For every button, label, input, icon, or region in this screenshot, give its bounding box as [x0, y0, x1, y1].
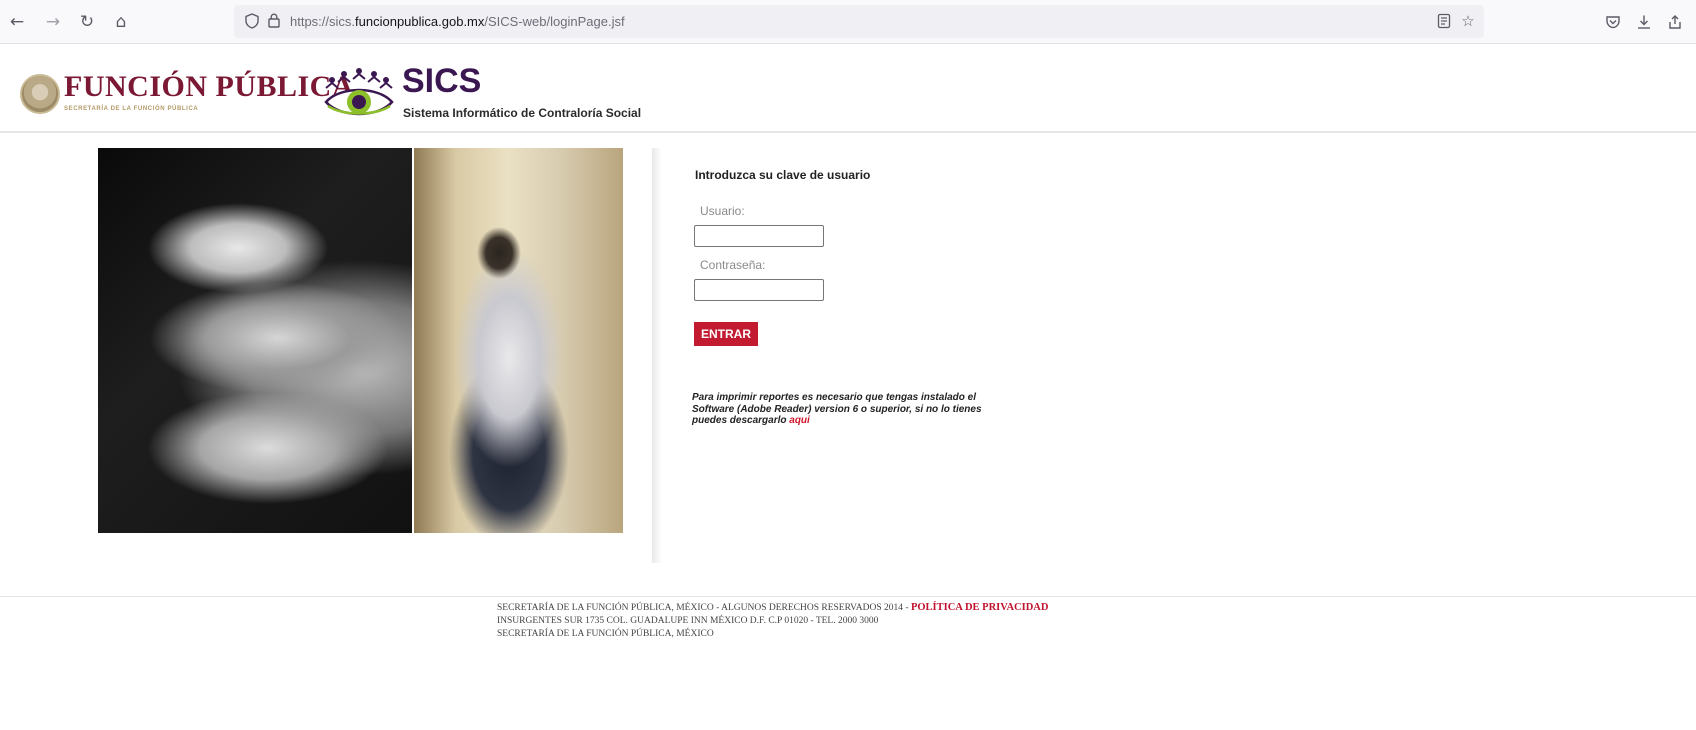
- footer-line-3: SECRETARÍA DE LA FUNCIÓN PÚBLICA, MÉXICO: [497, 629, 714, 639]
- column-divider: [652, 148, 662, 563]
- site-header: FUNCIÓN PÚBLICA SECRETARÍA DE LA FUNCIÓN…: [0, 44, 1696, 133]
- username-label: Usuario:: [700, 204, 745, 218]
- hero-image: [98, 148, 623, 533]
- app-title: SICS: [402, 62, 482, 100]
- notice-text: Para imprimir reportes es necesario que …: [692, 392, 982, 426]
- login-title: Introduzca su clave de usuario: [695, 168, 871, 182]
- back-arrow-icon[interactable]: ←: [6, 11, 28, 33]
- adobe-reader-notice: Para imprimir reportes es necesario que …: [692, 392, 982, 427]
- hands-photo: [98, 148, 412, 533]
- url-prefix: https://sics.: [290, 14, 356, 29]
- shield-icon[interactable]: [242, 11, 262, 31]
- url-path: /SICS-web/loginPage.jsf: [484, 14, 625, 29]
- download-link[interactable]: aqui: [789, 415, 810, 426]
- brand-subtitle: SECRETARÍA DE LA FUNCIÓN PÚBLICA: [64, 106, 199, 112]
- sics-eye-logo-icon: [324, 68, 394, 116]
- footer-line-1: SECRETARÍA DE LA FUNCIÓN PÚBLICA, MÉXICO…: [497, 601, 1048, 615]
- privacy-policy-link[interactable]: POLÍTICA DE PRIVACIDAD: [911, 602, 1049, 613]
- site-footer: SECRETARÍA DE LA FUNCIÓN PÚBLICA, MÉXICO…: [497, 601, 1048, 641]
- share-icon[interactable]: [1664, 11, 1686, 33]
- password-input[interactable]: [694, 279, 824, 301]
- url-bar[interactable]: https://sics.funcionpublica.gob.mx/SICS-…: [234, 5, 1484, 38]
- url-text[interactable]: https://sics.funcionpublica.gob.mx/SICS-…: [290, 14, 625, 29]
- app-subtitle: Sistema Informático de Contraloría Socia…: [403, 106, 642, 120]
- download-icon[interactable]: [1633, 11, 1655, 33]
- reload-icon[interactable]: ↻: [76, 11, 98, 33]
- reader-view-icon[interactable]: [1434, 11, 1454, 31]
- home-icon[interactable]: ⌂: [110, 11, 132, 33]
- browser-window: ← → ↻ ⌂ https://sics.funcionpublica.gob.…: [0, 0, 1696, 730]
- password-label: Contraseña:: [700, 258, 766, 272]
- lock-icon[interactable]: [264, 11, 284, 31]
- footer-copyright: SECRETARÍA DE LA FUNCIÓN PÚBLICA, MÉXICO…: [497, 603, 911, 613]
- footer-divider: [0, 596, 1696, 597]
- forward-arrow-icon[interactable]: →: [42, 11, 64, 33]
- url-domain: funcionpublica.gob.mx: [355, 14, 485, 29]
- username-input[interactable]: [694, 225, 824, 247]
- browser-toolbar: ← → ↻ ⌂ https://sics.funcionpublica.gob.…: [0, 0, 1696, 44]
- star-icon[interactable]: ☆: [1458, 11, 1478, 31]
- office-worker-photo: [414, 148, 623, 533]
- login-button[interactable]: ENTRAR: [694, 322, 758, 346]
- brand-title: FUNCIÓN PÚBLICA: [64, 70, 355, 103]
- footer-line-2: INSURGENTES SUR 1735 COL. GUADALUPE INN …: [497, 616, 879, 626]
- government-seal-icon: [20, 74, 60, 114]
- pocket-icon[interactable]: [1602, 11, 1624, 33]
